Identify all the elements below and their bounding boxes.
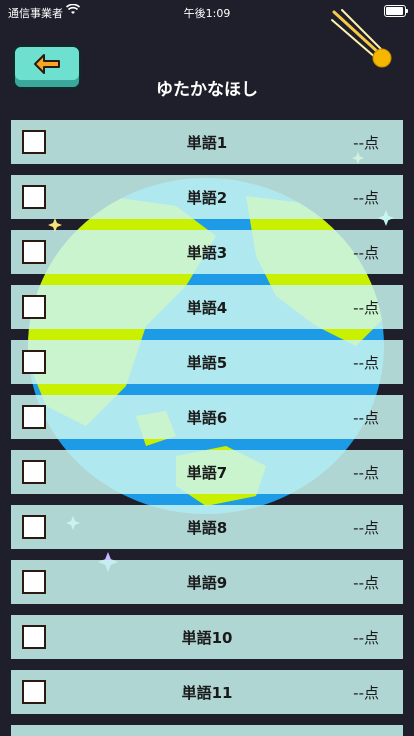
score-label: --点 [353, 354, 379, 372]
word-row-9[interactable]: 単語9 --点 [11, 560, 403, 604]
word-label: 単語9 [186, 574, 228, 592]
page-title: ゆたかなほし [156, 80, 258, 100]
word-label: 単語4 [186, 299, 228, 317]
word-label: 単語2 [186, 189, 228, 207]
word-row-11[interactable]: 単語11 --点 [11, 670, 403, 714]
score-label: --点 [353, 134, 379, 152]
word-row-1[interactable]: 単語1 --点 [11, 120, 403, 164]
word-row-2[interactable]: 単語2 --点 [11, 175, 403, 219]
score-label: --点 [353, 244, 379, 262]
word-label: 単語10 [181, 629, 233, 647]
score-label: --点 [353, 464, 379, 482]
score-label: --点 [353, 574, 379, 592]
word-row-3[interactable]: 単語3 --点 [11, 230, 403, 274]
left-arrow-icon [34, 54, 60, 74]
word-label: 単語11 [181, 684, 233, 702]
word-label: 単語1 [186, 134, 228, 152]
score-label: --点 [353, 684, 379, 702]
score-label: --点 [353, 409, 379, 427]
word-row-8[interactable]: 単語8 --点 [11, 505, 403, 549]
word-row-10[interactable]: 単語10 --点 [11, 615, 403, 659]
score-label: --点 [353, 189, 379, 207]
word-row-6[interactable]: 単語6 --点 [11, 395, 403, 439]
score-label: --点 [353, 629, 379, 647]
word-row-7[interactable]: 単語7 --点 [11, 450, 403, 494]
score-label: --点 [353, 299, 379, 317]
word-row-partial[interactable] [11, 725, 403, 736]
word-label: 単語8 [186, 519, 228, 537]
word-row-5[interactable]: 単語5 --点 [11, 340, 403, 384]
word-label: 単語6 [186, 409, 228, 427]
comet-icon [331, 9, 392, 68]
word-label: 単語3 [186, 244, 228, 262]
word-label: 単語7 [186, 464, 228, 482]
score-label: --点 [353, 519, 379, 537]
word-row-4[interactable]: 単語4 --点 [11, 285, 403, 329]
word-label: 単語5 [186, 354, 228, 372]
